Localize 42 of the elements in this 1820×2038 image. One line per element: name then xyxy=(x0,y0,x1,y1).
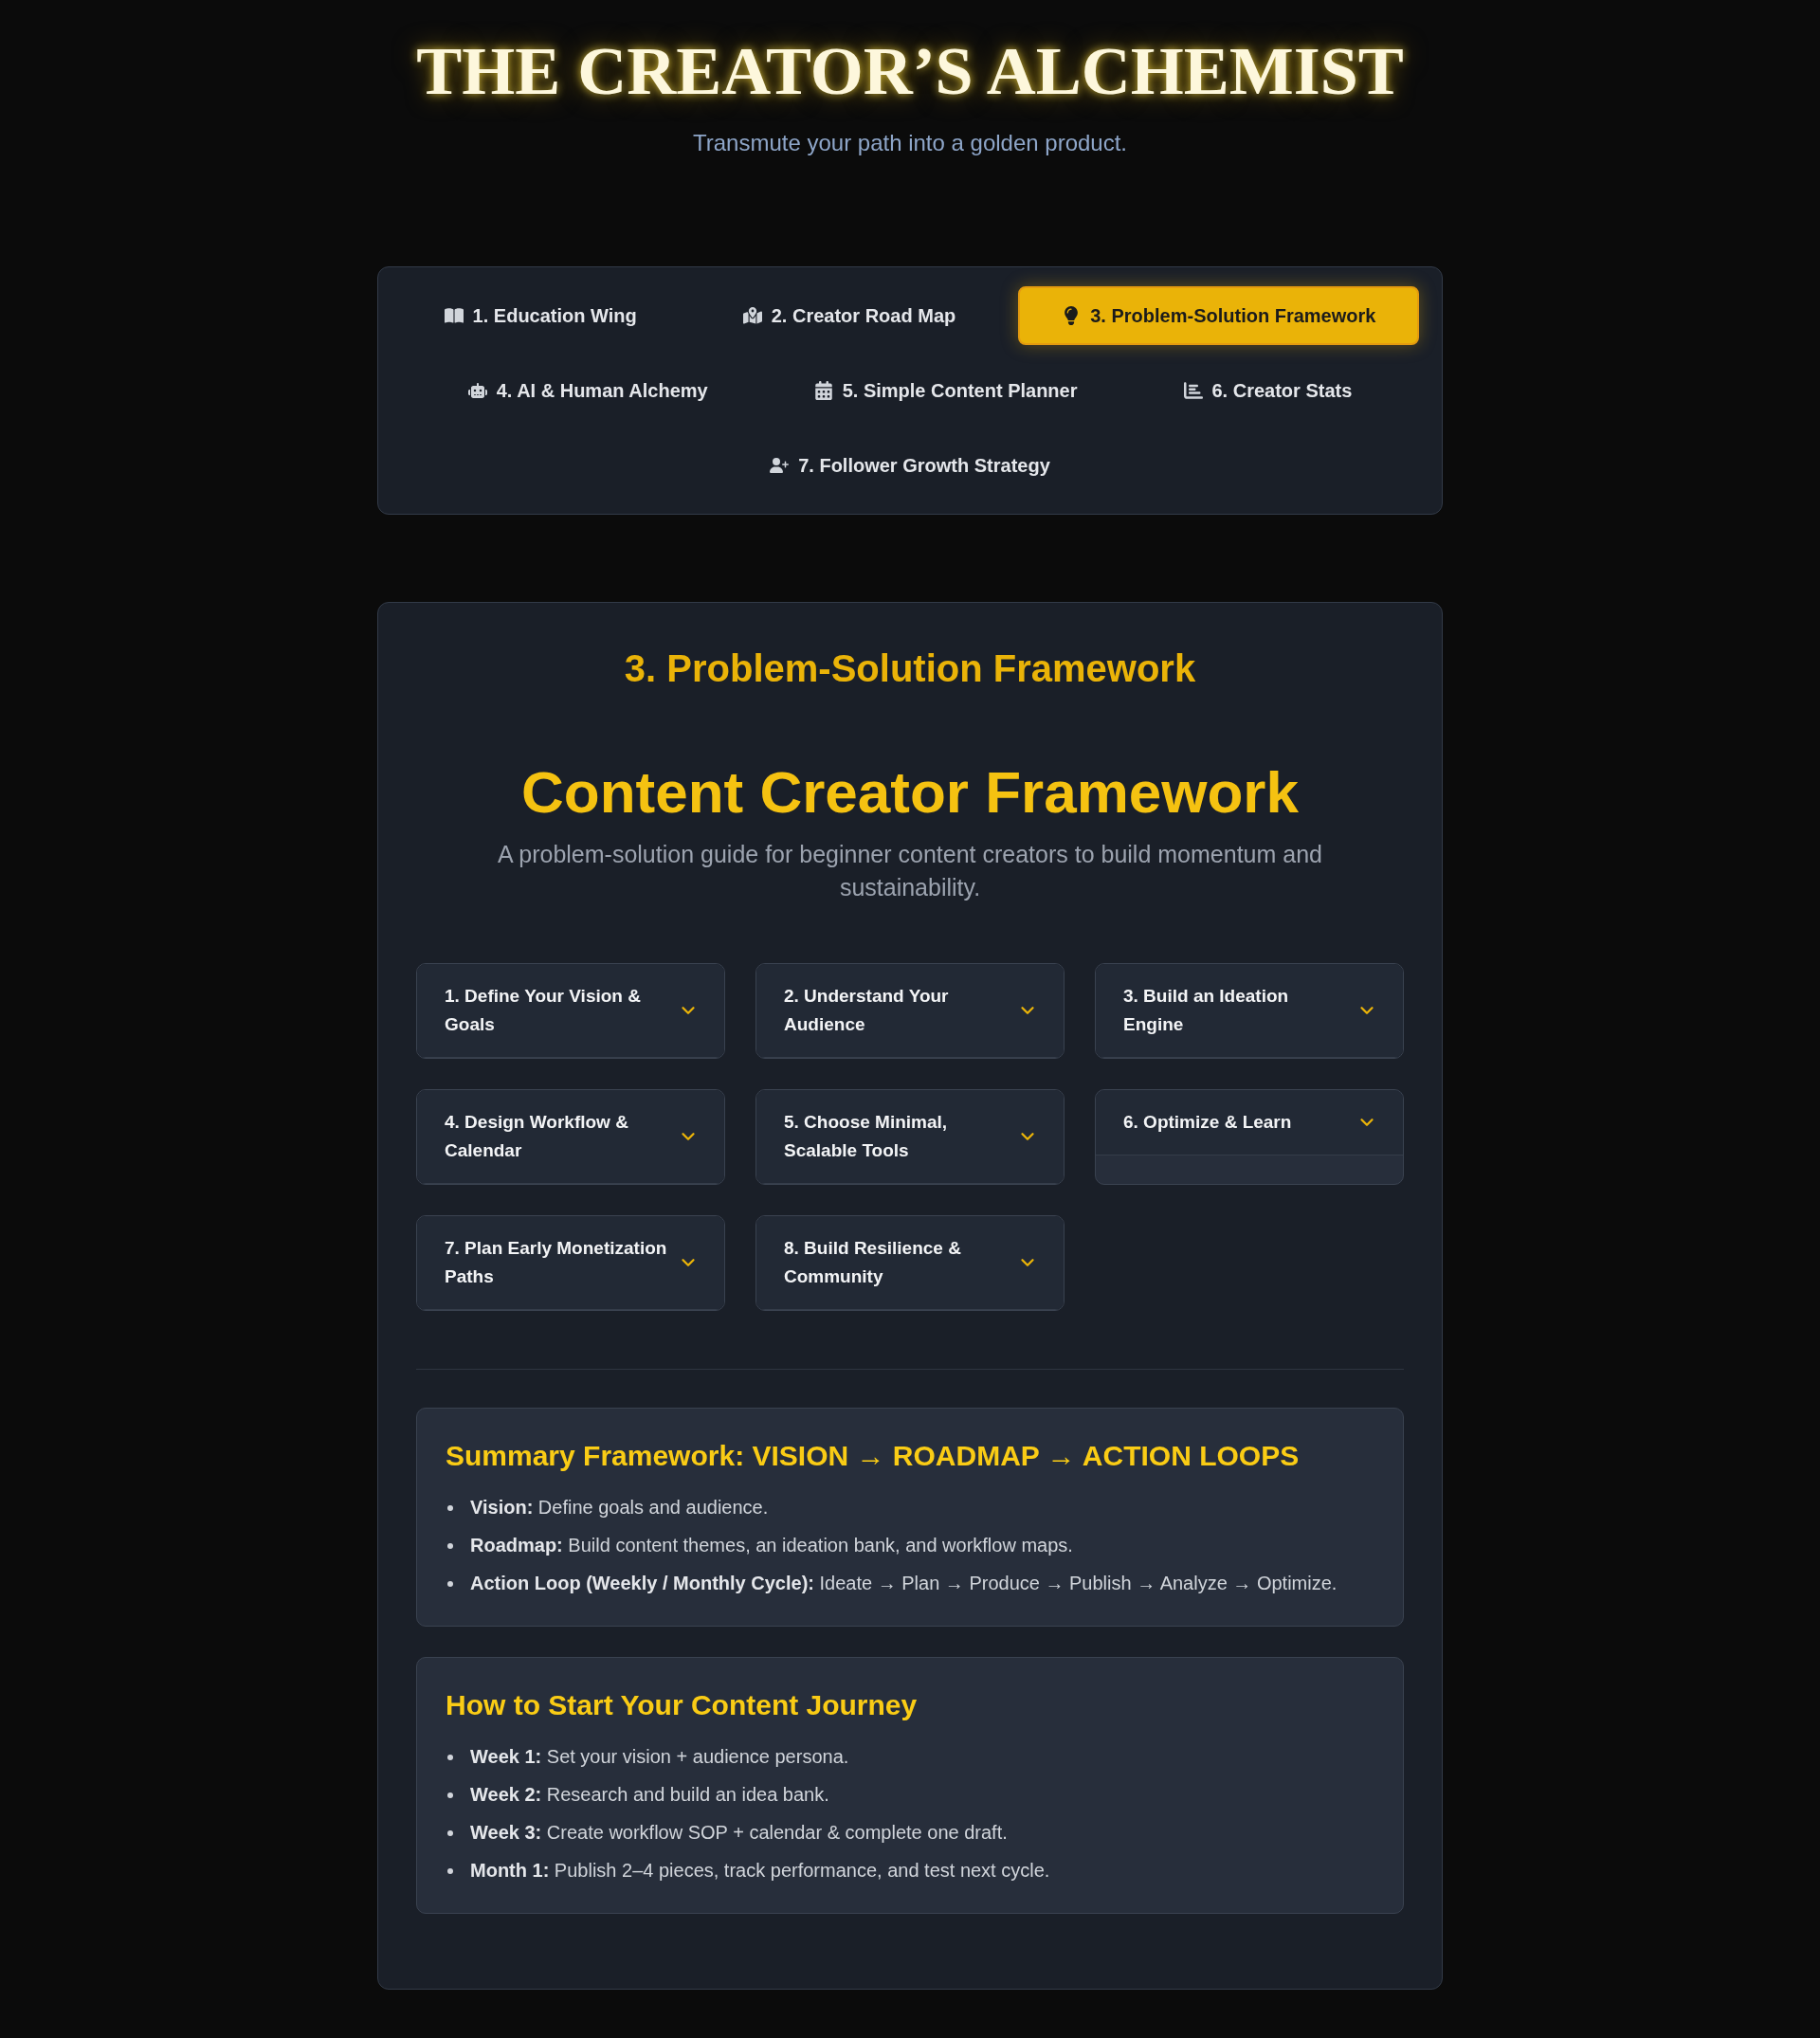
bullet-icon xyxy=(447,1755,453,1760)
step-accordion[interactable]: 1. Define Your Vision & Goals xyxy=(416,963,725,1059)
summary-heading: Summary Framework: VISION → ROADMAP → ACTION LOOPS xyxy=(446,1439,1301,1473)
robot-icon xyxy=(467,381,487,400)
calendar-icon xyxy=(813,381,833,400)
tab[interactable]: 6. Creator Stats xyxy=(1139,361,1396,420)
list-item: Week 2: Research and build an idea bank. xyxy=(470,1783,829,1807)
book-icon xyxy=(444,306,464,325)
list-item: Roadmap: Build content themes, an ideation bank, and workflow maps. xyxy=(470,1534,1073,1557)
user-plus-icon xyxy=(770,456,790,475)
step-accordion[interactable]: 2. Understand Your Audience xyxy=(755,963,1065,1059)
bullet-icon xyxy=(447,1505,453,1511)
tab[interactable]: 7. Follower Growth Strategy xyxy=(726,436,1094,495)
step-accordion[interactable]: 6. Optimize & Learn xyxy=(1095,1089,1404,1185)
list-item: Week 3: Create workflow SOP + calendar & complete one draft. xyxy=(470,1821,1008,1845)
step-accordion[interactable]: 3. Build an Ideation Engine xyxy=(1095,963,1404,1059)
list-item: Action Loop (Weekly / Monthly Cycle): Ideate → Plan → Produce → Publish → Analyze → Optimize. xyxy=(470,1572,1338,1595)
list-item: Week 1: Set your vision + audience persona. xyxy=(470,1745,849,1769)
step-accordion[interactable]: 8. Build Resilience & Community xyxy=(755,1215,1065,1311)
bar-chart-icon xyxy=(1183,381,1203,400)
page-subtitle: Transmute your path into a golden product. xyxy=(692,129,1128,157)
bullet-icon xyxy=(447,1792,453,1798)
step-accordion[interactable]: 5. Choose Minimal, Scalable Tools xyxy=(755,1089,1065,1185)
bullet-icon xyxy=(447,1543,453,1549)
step-accordion[interactable]: 4. Design Workflow & Calendar xyxy=(416,1089,725,1185)
framework-title: Content Creator Framework xyxy=(520,760,1300,825)
tab[interactable]: 4. AI & Human Alchemy xyxy=(424,361,752,420)
start-guide-heading: How to Start Your Content Journey xyxy=(446,1688,919,1722)
bullet-icon xyxy=(447,1581,453,1587)
tab[interactable]: 5. Simple Content Planner xyxy=(770,361,1121,420)
tab[interactable]: 3. Problem-Solution Framework xyxy=(1018,286,1420,345)
page-title: THE CREATOR’S ALCHEMIST xyxy=(416,32,1404,111)
section-heading: 3. Problem-Solution Framework xyxy=(623,646,1197,691)
map-with-pin-icon xyxy=(742,306,762,325)
list-item: Vision: Define goals and audience. xyxy=(470,1496,769,1519)
list-item: Month 1: Publish 2–4 pieces, track performance, and test next cycle. xyxy=(470,1859,1050,1883)
bullet-icon xyxy=(447,1830,453,1836)
framework-description: A problem-solution guide for beginner content creators to build momentum and sustainability. xyxy=(497,840,1323,902)
bullet-icon xyxy=(447,1868,453,1874)
tab[interactable]: 1. Education Wing xyxy=(400,286,681,345)
step-accordion[interactable]: 7. Plan Early Monetization Paths xyxy=(416,1215,725,1311)
tab[interactable]: 2. Creator Road Map xyxy=(699,286,1000,345)
